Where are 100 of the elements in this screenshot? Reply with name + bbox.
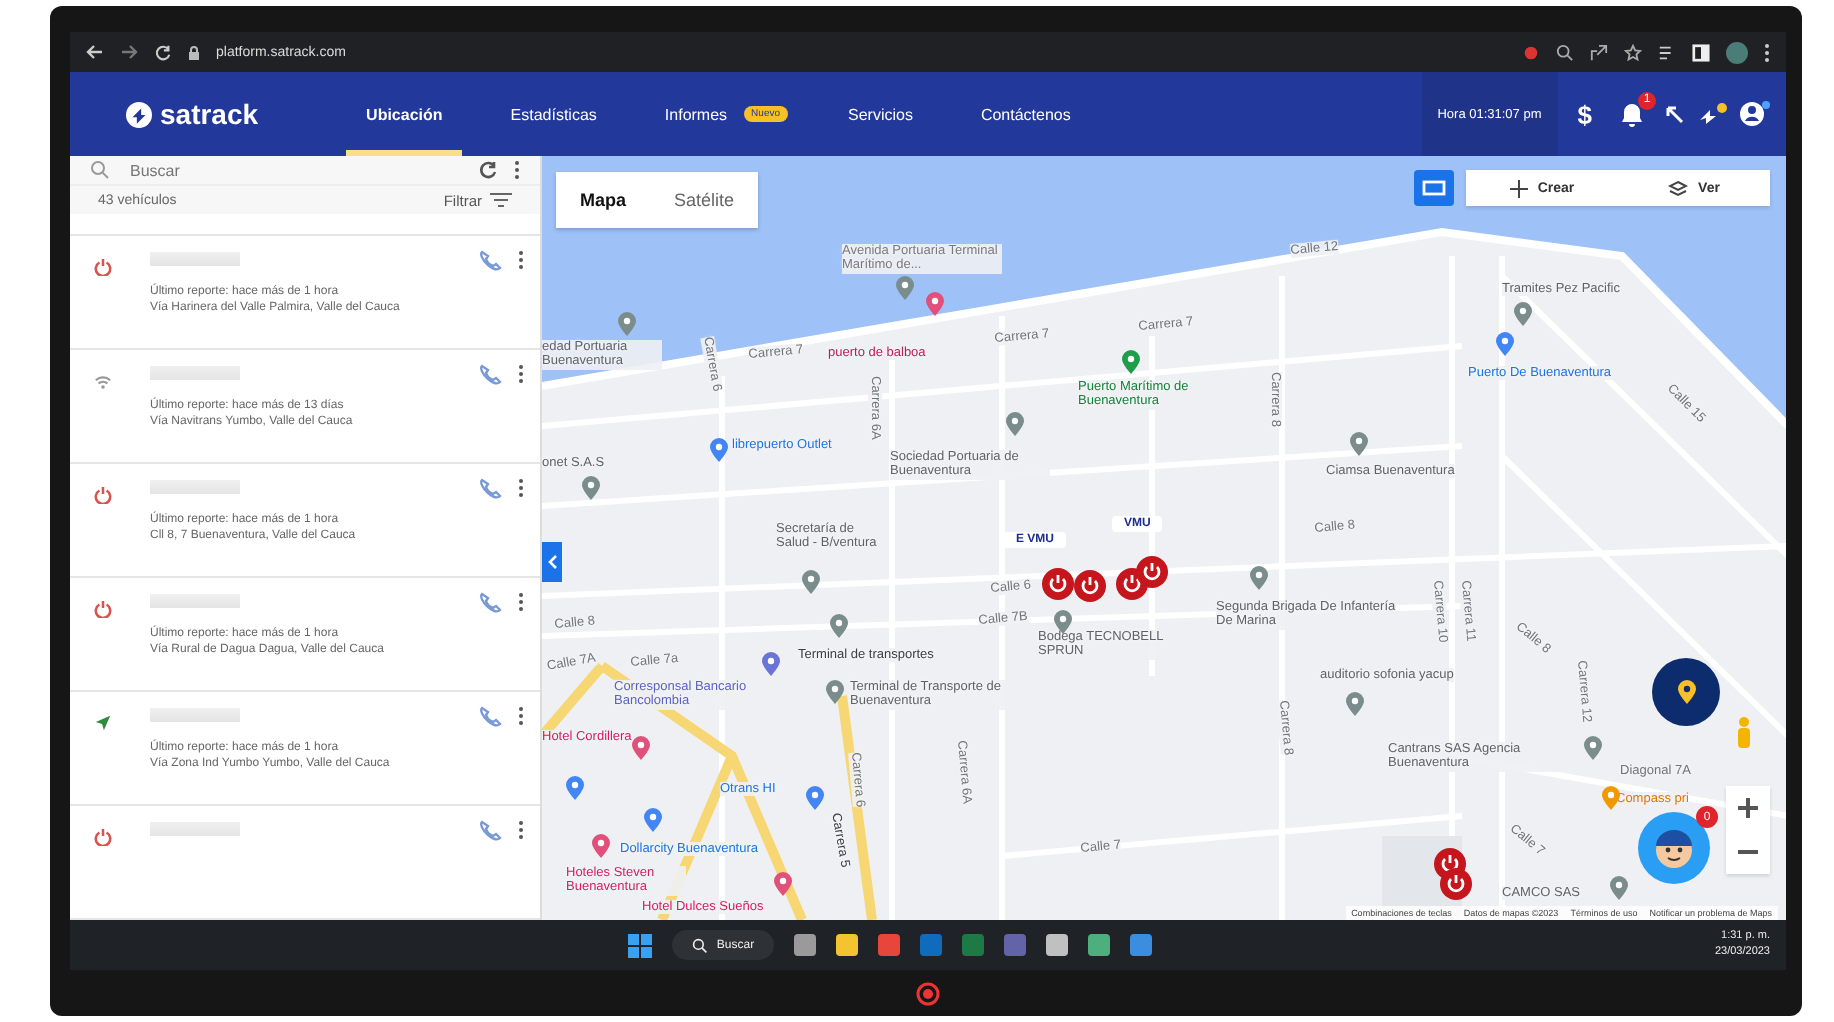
- map-pin-icon[interactable]: [1054, 610, 1072, 634]
- app-icon[interactable]: [836, 934, 859, 956]
- star-icon[interactable]: [1624, 43, 1642, 61]
- map-pin-icon[interactable]: [618, 312, 636, 336]
- profile-icon[interactable]: [1726, 41, 1748, 63]
- map-pin-icon[interactable]: [826, 680, 844, 704]
- more-icon[interactable]: [518, 364, 524, 384]
- map-pin-icon[interactable]: [926, 292, 944, 316]
- search-icon: [90, 160, 110, 181]
- windows-start-icon[interactable]: [628, 933, 653, 957]
- minus-icon: [1738, 850, 1758, 854]
- plus-icon: [1509, 179, 1528, 197]
- forward-icon[interactable]: [120, 44, 138, 60]
- map-pin-icon[interactable]: [582, 476, 600, 500]
- phone-icon[interactable]: [478, 820, 502, 842]
- more-icon[interactable]: [518, 592, 524, 612]
- power-marker-icon[interactable]: [1136, 556, 1168, 588]
- more-icon[interactable]: [518, 250, 524, 270]
- rectangle-icon: [1422, 180, 1446, 196]
- map-pin-icon[interactable]: [896, 276, 914, 300]
- phone-icon[interactable]: [478, 592, 502, 614]
- map-pin-icon[interactable]: [1350, 432, 1368, 456]
- zoom-icon[interactable]: [1556, 43, 1574, 61]
- bell-icon[interactable]: [1620, 101, 1644, 127]
- blurred-name: [150, 366, 240, 380]
- power-icon: [94, 828, 112, 846]
- more-icon[interactable]: [518, 820, 524, 840]
- nav-tab[interactable]: Estadísticas: [490, 72, 617, 156]
- map-pin-icon[interactable]: [632, 736, 650, 760]
- map-pin-icon[interactable]: [1496, 332, 1514, 356]
- map-pin-icon[interactable]: [592, 834, 610, 858]
- refresh-icon[interactable]: [478, 160, 498, 181]
- search-icon: [692, 937, 709, 953]
- wifi-icon: [94, 374, 112, 390]
- search-field[interactable]: Buscar: [70, 156, 540, 187]
- map-pin-icon[interactable]: [802, 570, 820, 594]
- map-pin-icon[interactable]: [762, 652, 780, 676]
- plus-icon: [1738, 798, 1758, 818]
- map-pin-icon[interactable]: [830, 614, 848, 638]
- app-icon[interactable]: [1046, 934, 1069, 956]
- extension-icon[interactable]: [1522, 43, 1540, 61]
- search-input[interactable]: Buscar: [126, 159, 462, 182]
- app-icon[interactable]: [1130, 934, 1153, 956]
- share-icon[interactable]: [1590, 43, 1608, 61]
- map-type-tab[interactable]: Mapa: [556, 172, 651, 228]
- power-marker-icon[interactable]: [1074, 570, 1106, 602]
- map-pin-icon[interactable]: [1346, 692, 1364, 716]
- power-icon: [94, 486, 112, 504]
- power-icon: [94, 258, 112, 276]
- back-icon[interactable]: [86, 44, 104, 60]
- more-icon[interactable]: [518, 478, 524, 498]
- nav-tab[interactable]: Servicios: [828, 72, 933, 156]
- map-pin-icon: [1677, 680, 1695, 704]
- sidebar-icon[interactable]: [1692, 43, 1710, 61]
- blurred-name: [150, 594, 240, 608]
- map-type-tab[interactable]: Satélite: [650, 172, 759, 228]
- map-pin-icon[interactable]: [806, 786, 824, 810]
- phone-icon[interactable]: [478, 364, 502, 386]
- phone-icon[interactable]: [478, 706, 502, 728]
- layers-icon: [1668, 179, 1689, 197]
- power-marker-icon[interactable]: [1440, 868, 1472, 900]
- power-icon: [94, 600, 112, 618]
- filter-icon: [490, 192, 512, 209]
- map-pin-icon[interactable]: [1610, 876, 1628, 900]
- blurred-name: [150, 252, 240, 266]
- map-pin-icon[interactable]: [1602, 786, 1620, 810]
- nav-tab[interactable]: Informes: [644, 72, 748, 156]
- sparkle-icon[interactable]: [1696, 102, 1728, 126]
- phone-icon[interactable]: [478, 478, 502, 500]
- map-pin-icon[interactable]: [710, 438, 728, 462]
- camera-dot-icon: [916, 981, 940, 1005]
- more-icon[interactable]: [514, 160, 520, 181]
- map-pin-icon[interactable]: [1514, 302, 1532, 326]
- billing-button[interactable]: $: [1569, 99, 1600, 129]
- logo-icon: [126, 101, 152, 127]
- collapse-panel-button[interactable]: [542, 542, 562, 582]
- map-pin-icon[interactable]: [1006, 412, 1024, 436]
- phone-icon[interactable]: [478, 250, 502, 272]
- account-icon[interactable]: [1740, 100, 1770, 128]
- more-icon[interactable]: [1764, 43, 1770, 61]
- map-pin-icon[interactable]: [774, 872, 792, 896]
- reload-icon[interactable]: [154, 43, 172, 61]
- app-icon[interactable]: [1088, 934, 1111, 956]
- map-pin-icon[interactable]: [1250, 566, 1268, 590]
- playlist-icon[interactable]: [1658, 43, 1676, 61]
- blurred-name: [150, 708, 240, 722]
- chevron-left-icon: [547, 554, 557, 570]
- map-pin-icon[interactable]: [566, 776, 584, 800]
- cursor-arrow-icon[interactable]: [1664, 104, 1684, 124]
- map-pin-icon[interactable]: [1584, 736, 1602, 760]
- map-pin-icon[interactable]: [1122, 350, 1140, 374]
- nav-tab[interactable]: Contáctenos: [960, 72, 1091, 156]
- more-icon[interactable]: [518, 706, 524, 726]
- navigation-arrow-icon: [94, 714, 112, 732]
- app-icon[interactable]: [794, 934, 817, 956]
- power-marker-icon[interactable]: [1042, 568, 1074, 600]
- map-pin-icon[interactable]: [644, 808, 662, 832]
- toggle-view-button[interactable]: [1414, 170, 1454, 206]
- app-icon[interactable]: [878, 934, 901, 956]
- blurred-name: [150, 480, 240, 494]
